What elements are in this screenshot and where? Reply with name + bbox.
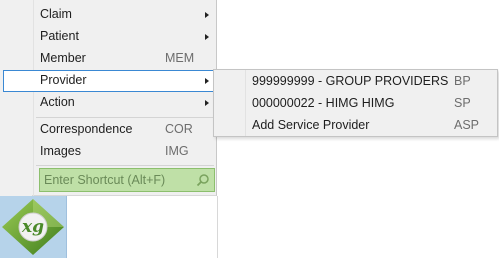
submenu-arrow-icon [205,100,209,106]
menu-item-images[interactable]: Images IMG [3,141,215,163]
menu-item-label: Correspondence [40,122,133,136]
submenu-item-add-service-provider[interactable]: Add Service Provider ASP [216,114,496,136]
submenu-item-label: Add Service Provider [252,118,370,132]
menu-item-shortcut: IMG [165,144,189,158]
shortcut-search-box [39,168,215,192]
xg-logo-icon: xg [2,199,64,255]
menu-item-correspondence[interactable]: Correspondence COR [3,119,215,141]
menu-item-shortcut: MEM [165,51,195,65]
menu-item-label: Images [40,144,81,158]
menu-divider [36,165,214,166]
app-logo-tile[interactable]: xg [0,196,67,258]
submenu-item-himg[interactable]: 000000022 - HIMG HIMG SP [216,92,496,114]
search-icon[interactable] [196,173,210,187]
menu-item-action[interactable]: Action [3,92,215,114]
logo-text: xg [21,217,44,237]
submenu-item-shortcut: SP [454,96,471,110]
menu-item-shortcut: COR [165,122,193,136]
submenu-arrow-icon [205,78,209,84]
menu-item-claim[interactable]: Claim [3,4,215,26]
submenu-arrow-icon [205,12,209,18]
menu-divider [36,117,214,118]
provider-submenu: 999999999 - GROUP PROVIDERS BP 000000022… [213,69,498,137]
submenu-item-label: 999999999 - GROUP PROVIDERS [252,74,449,88]
submenu-item-group-providers[interactable]: 999999999 - GROUP PROVIDERS BP [216,70,496,92]
submenu-item-shortcut: BP [454,74,471,88]
menu-item-provider[interactable]: Provider [3,70,215,92]
submenu-arrow-icon [205,34,209,40]
submenu-item-label: 000000022 - HIMG HIMG [252,96,395,110]
menu-item-label: Claim [40,7,72,21]
context-menu: Claim Patient Member MEM Provider Action… [0,0,217,196]
menu-item-member[interactable]: Member MEM [3,48,215,70]
menu-item-label: Action [40,95,75,109]
menu-item-label: Member [40,51,86,65]
shortcut-search-input[interactable] [40,169,194,191]
menu-item-label: Patient [40,29,79,43]
menu-item-patient[interactable]: Patient [3,26,215,48]
submenu-item-shortcut: ASP [454,118,480,132]
menu-item-label: Provider [40,73,87,87]
panel-edge [217,196,218,258]
